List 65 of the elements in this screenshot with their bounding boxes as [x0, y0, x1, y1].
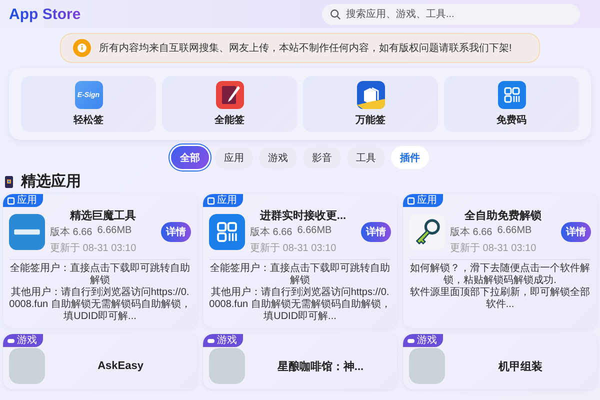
- category-tag: 应用: [203, 194, 243, 207]
- update-time: 更新于 08-31 03:10: [450, 242, 538, 255]
- gamepad-icon: [7, 336, 15, 344]
- gamepad-icon: [207, 336, 215, 344]
- info-icon: [73, 39, 91, 57]
- square-icon: [407, 196, 415, 204]
- size-text: 6.66MB: [297, 225, 332, 238]
- category-tag: 游戏: [3, 334, 43, 347]
- quick-app-tile[interactable]: 万能签: [303, 76, 438, 132]
- description-text: 全能签用户：直接点击下载即可跳转自助解锁: [209, 263, 391, 286]
- category-tab[interactable]: 游戏: [259, 146, 297, 169]
- app-logo-icon: [9, 214, 45, 250]
- notice-text: 所有内容均来自互联网搜集、网友上传，本站不制作任何内容，如有版权问题请联系我们下架!: [99, 42, 512, 54]
- category-tag: 应用: [3, 194, 43, 207]
- quick-app-tile[interactable]: 全能签: [162, 76, 297, 132]
- details-button[interactable]: 详情: [361, 222, 391, 242]
- category-tab[interactable]: 插件: [391, 146, 429, 169]
- quick-app-name: 全能签: [214, 114, 244, 127]
- section-title: 精选应用: [21, 172, 81, 191]
- app-name: 机甲组装: [497, 360, 544, 374]
- update-time: 更新于 08-31 03:10: [250, 242, 338, 255]
- app-name: 星酿咖啡馆：神...: [276, 360, 365, 374]
- version-text: 版本 6.66: [250, 226, 292, 239]
- square-icon: [207, 196, 215, 204]
- version-text: 版本 6.66: [450, 226, 492, 239]
- description-text: 全能签用户：直接点击下载即可跳转自助解锁: [9, 263, 191, 286]
- app-icon: [209, 348, 245, 384]
- qr-grid-icon: [498, 81, 526, 109]
- app-icon: [9, 348, 45, 384]
- square-icon: [7, 196, 15, 204]
- phone-icon: [5, 176, 13, 188]
- quick-app-name: 万能签: [356, 114, 386, 127]
- search-icon: [330, 8, 341, 20]
- quick-app-name: 免费码: [496, 114, 526, 127]
- category-tab[interactable]: 工具: [347, 146, 385, 169]
- description-text: 其他用户：请自行到浏览器访问https://0.0008.fun 自助解锁无需解锁码自助解锁，填UDID即可解...: [209, 287, 391, 323]
- app-name: AskEasy: [96, 360, 144, 372]
- description-text: 如何解锁？，滑下去随便点击一个软件解锁，粘贴解锁码解锁成功.: [409, 263, 591, 286]
- category-tab[interactable]: 影音: [303, 146, 341, 169]
- size-text: 6.66MB: [497, 225, 532, 238]
- stacked-cards-icon: [356, 81, 384, 109]
- category-tag: 应用: [403, 194, 443, 207]
- category-tag: 游戏: [203, 334, 243, 347]
- description-text: 软件源里面顶部下拉刷新，即可解锁全部软件...: [409, 287, 591, 311]
- gamepad-icon: [407, 336, 415, 344]
- search-field[interactable]: 搜索应用、游戏、工具...: [322, 4, 580, 24]
- size-text: 6.66MB: [97, 225, 132, 238]
- category-tab[interactable]: 应用: [215, 146, 253, 169]
- update-time: 更新于 08-31 03:10: [50, 242, 138, 255]
- key-icon: [409, 214, 445, 250]
- category-tab[interactable]: 全部: [171, 146, 209, 169]
- notebook-pen-icon: [216, 81, 244, 109]
- qr-grid-icon: [209, 214, 245, 250]
- app-name: 全自助免费解锁: [464, 208, 542, 223]
- version-text: 版本 6.66: [50, 226, 92, 239]
- details-button[interactable]: 详情: [161, 222, 191, 242]
- category-tag: 游戏: [403, 334, 443, 347]
- app-name: 进群实时接收更...: [258, 208, 348, 223]
- details-button[interactable]: 详情: [561, 222, 591, 242]
- quick-app-name: 轻松签: [74, 114, 104, 127]
- app-title: App Store: [9, 6, 81, 22]
- description-text: 其他用户：请自行到浏览器访问https://0.0008.fun 自助解锁无需解锁码自助解锁，填UDID即可解...: [9, 287, 191, 323]
- quick-app-tile[interactable]: 免费码: [444, 76, 579, 132]
- app-icon: [409, 348, 445, 384]
- app-name: 精选巨魔工具: [68, 208, 137, 223]
